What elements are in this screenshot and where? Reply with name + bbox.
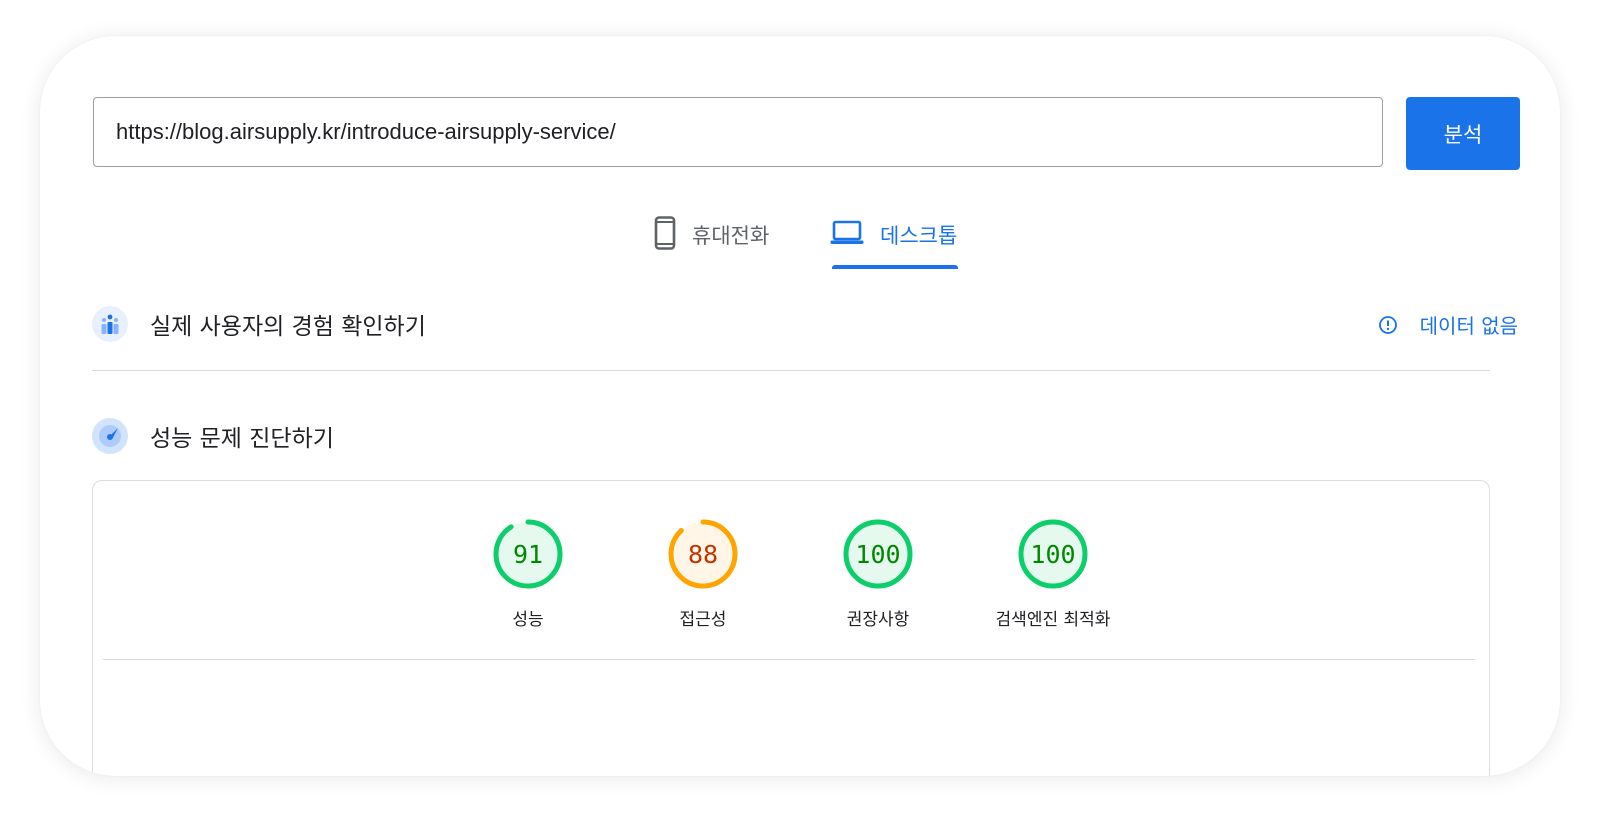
score-gauge[interactable]: 100 검색엔진 최적화 xyxy=(973,517,1133,630)
tab-desktop[interactable]: 데스크톱 xyxy=(830,210,957,260)
score-gauge[interactable]: 88 접근성 xyxy=(623,517,783,630)
lab-data-title: 성능 문제 진단하기 xyxy=(150,426,334,452)
score-value: 88 xyxy=(688,540,718,569)
score-gauge[interactable]: 91 성능 xyxy=(448,517,608,630)
score-ring: 91 xyxy=(493,519,563,589)
score-ring: 100 xyxy=(843,519,913,589)
no-data-link[interactable]: 데이터 없음 xyxy=(1378,310,1518,339)
score-label: 접근성 xyxy=(679,610,727,630)
scores-divider xyxy=(103,659,1475,660)
info-icon xyxy=(1378,315,1398,335)
field-data-title: 실제 사용자의 경험 확인하기 xyxy=(150,314,426,340)
lab-data-header: 성능 문제 진단하기 xyxy=(92,418,334,454)
url-input[interactable] xyxy=(93,97,1383,167)
score-label: 검색엔진 최적화 xyxy=(995,610,1111,630)
no-data-label: 데이터 없음 xyxy=(1419,314,1518,338)
score-value: 91 xyxy=(513,540,543,569)
score-label: 권장사항 xyxy=(846,610,910,630)
section-divider xyxy=(92,370,1490,371)
score-value: 100 xyxy=(1030,540,1075,569)
smartphone-icon xyxy=(654,215,676,255)
pagespeed-card: 분석 휴대전화 데스크톱 xyxy=(40,36,1560,776)
score-label: 성능 xyxy=(512,610,544,630)
score-value: 100 xyxy=(855,540,900,569)
score-gauge[interactable]: 100 권장사항 xyxy=(798,517,958,630)
tab-mobile[interactable]: 휴대전화 xyxy=(654,210,769,260)
score-ring: 88 xyxy=(668,519,738,589)
active-tab-indicator xyxy=(832,265,958,269)
score-ring: 100 xyxy=(1018,519,1088,589)
laptop-icon xyxy=(830,220,864,251)
gauge-icon xyxy=(92,418,128,454)
users-chart-icon xyxy=(92,306,128,342)
analyze-button[interactable]: 분석 xyxy=(1406,97,1520,170)
scores-panel: 91 성능 88 접근성 100 권장사항 100 검색엔진 최적화 xyxy=(92,480,1490,776)
tab-mobile-label: 휴대전화 xyxy=(692,224,770,248)
tab-desktop-label: 데스크톱 xyxy=(880,224,958,248)
field-data-header: 실제 사용자의 경험 확인하기 xyxy=(92,306,426,342)
